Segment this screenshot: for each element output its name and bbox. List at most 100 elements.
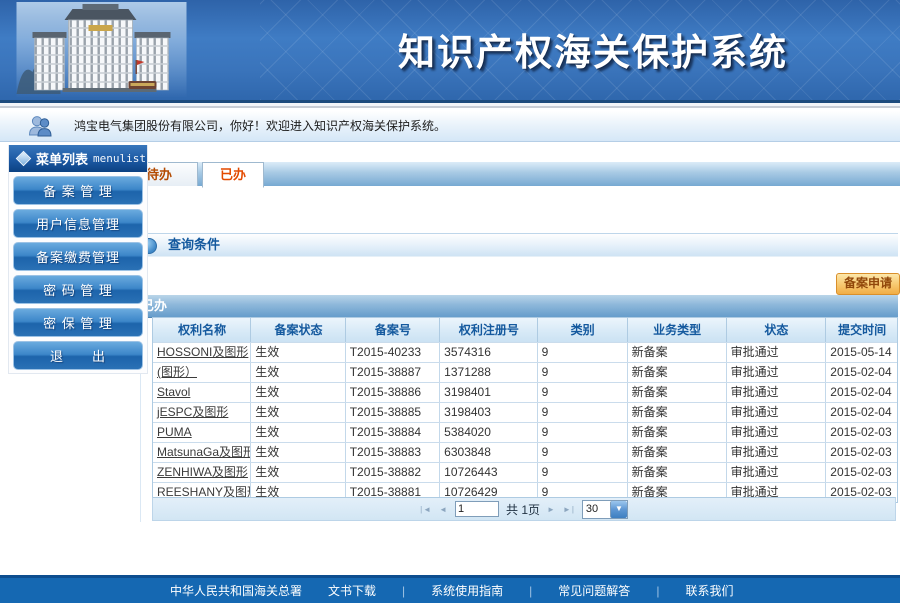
cell-3: 10726443 bbox=[440, 463, 537, 482]
done-list-header: 已办 bbox=[140, 295, 898, 318]
record-apply-button[interactable]: 备案申请 bbox=[836, 273, 900, 295]
users-icon bbox=[28, 115, 54, 137]
sidebar-menu-panel: 菜单列表 menulist 备 案 管 理用户信息管理备案缴费管理密 码 管 理… bbox=[8, 145, 148, 374]
cell-0: MatsunaGa及图形 bbox=[153, 443, 251, 462]
cell-5: 新备案 bbox=[628, 363, 727, 382]
cell-5: 新备案 bbox=[628, 383, 727, 402]
last-page-icon[interactable]: ►| bbox=[563, 505, 575, 514]
footer-separator: | bbox=[656, 584, 659, 598]
cell-1: 生效 bbox=[251, 343, 345, 362]
diamond-icon bbox=[16, 151, 32, 167]
cell-1: 生效 bbox=[251, 443, 345, 462]
cell-3: 3574316 bbox=[440, 343, 537, 362]
query-section-title: 查询条件 bbox=[168, 234, 220, 256]
cell-3: 3198403 bbox=[440, 403, 537, 422]
sidebar-item-record-payment-management[interactable]: 备案缴费管理 bbox=[13, 242, 143, 271]
tab-strip: 待办已办 bbox=[110, 162, 900, 186]
footer-link-1[interactable]: 系统使用指南 bbox=[431, 582, 503, 599]
footer-bar: 中华人民共和国海关总署 文书下载|系统使用指南|常见问题解答|联系我们 bbox=[0, 575, 900, 603]
table-row: Stavol 生效T2015-3888631984019新备案审批通过2015-0… bbox=[153, 382, 897, 402]
cell-4: 9 bbox=[538, 463, 628, 482]
total-pages-label: 共 1页 bbox=[506, 501, 540, 518]
cell-6: 审批通过 bbox=[727, 423, 827, 442]
column-header-1: 备案状态 bbox=[251, 318, 345, 342]
cell-5: 新备案 bbox=[628, 403, 727, 422]
right-name-link[interactable]: (图形） bbox=[157, 365, 197, 379]
footer-link-0[interactable]: 文书下载 bbox=[328, 582, 376, 599]
sidebar-item-password-management[interactable]: 密 码 管 理 bbox=[13, 275, 143, 304]
cell-7: 2015-02-04 bbox=[826, 403, 897, 422]
table-row: ZENHIWA及图形生效T2015-38882107264439新备案审批通过2… bbox=[153, 462, 897, 482]
sidebar-item-security-management[interactable]: 密 保 管 理 bbox=[13, 308, 143, 337]
cell-0: HOSSONI及图形 bbox=[153, 343, 251, 362]
sidebar-item-record-management[interactable]: 备 案 管 理 bbox=[13, 176, 143, 205]
sidebar-item-logout[interactable]: 退 出 bbox=[13, 341, 143, 370]
cell-4: 9 bbox=[538, 363, 628, 382]
tab-done[interactable]: 已办 bbox=[202, 162, 264, 188]
cell-4: 9 bbox=[538, 383, 628, 402]
customs-building-image bbox=[14, 2, 189, 98]
column-header-3: 权利注册号 bbox=[440, 318, 537, 342]
cell-0: jESPC及图形 bbox=[153, 403, 251, 422]
right-name-link[interactable]: HOSSONI及图形 bbox=[157, 345, 248, 359]
page-size-dropdown[interactable]: 30 ▼ bbox=[582, 500, 628, 519]
footer-agency: 中华人民共和国海关总署 bbox=[170, 582, 302, 599]
footer-link-2[interactable]: 常见问题解答 bbox=[558, 582, 630, 599]
cell-0: PUMA bbox=[153, 423, 251, 442]
cell-0: Stavol bbox=[153, 383, 251, 402]
system-title: 知识产权海关保护系统 bbox=[398, 22, 878, 76]
cell-7: 2015-02-03 bbox=[826, 463, 897, 482]
page: 知识产权海关保护系统 鸿宝电气集团股份有限公司，你好！欢迎进入知识产权海关保护系… bbox=[0, 0, 900, 600]
cell-5: 新备案 bbox=[628, 463, 727, 482]
cell-3: 3198401 bbox=[440, 383, 537, 402]
next-page-icon[interactable]: ► bbox=[547, 505, 556, 514]
welcome-message: 鸿宝电气集团股份有限公司，你好！欢迎进入知识产权海关保护系统。 bbox=[74, 111, 446, 141]
column-header-6: 状态 bbox=[727, 318, 827, 342]
cell-4: 9 bbox=[538, 343, 628, 362]
cell-6: 审批通过 bbox=[727, 363, 827, 382]
sidebar-menu: 备 案 管 理用户信息管理备案缴费管理密 码 管 理密 保 管 理退 出 bbox=[9, 176, 147, 370]
cell-7: 2015-02-04 bbox=[826, 383, 897, 402]
cell-6: 审批通过 bbox=[727, 383, 827, 402]
table-row: MatsunaGa及图形生效T2015-3888363038489新备案审批通过… bbox=[153, 442, 897, 462]
cell-6: 审批通过 bbox=[727, 343, 827, 362]
cell-2: T2015-38885 bbox=[346, 403, 440, 422]
table-row: (图形）生效T2015-3888713712889新备案审批通过2015-02-… bbox=[153, 362, 897, 382]
sidebar-header: 菜单列表 menulist bbox=[9, 145, 147, 172]
cell-1: 生效 bbox=[251, 423, 345, 442]
cell-3: 5384020 bbox=[440, 423, 537, 442]
cell-5: 新备案 bbox=[628, 423, 727, 442]
cell-1: 生效 bbox=[251, 363, 345, 382]
page-number-input[interactable] bbox=[455, 501, 499, 517]
cell-2: T2015-38883 bbox=[346, 443, 440, 462]
cell-5: 新备案 bbox=[628, 343, 727, 362]
right-name-link[interactable]: Stavol bbox=[157, 385, 190, 399]
cell-7: 2015-02-04 bbox=[826, 363, 897, 382]
sidebar-subtitle: menulist bbox=[93, 152, 146, 165]
cell-2: T2015-38886 bbox=[346, 383, 440, 402]
first-page-icon[interactable]: |◄ bbox=[420, 505, 432, 514]
cell-6: 审批通过 bbox=[727, 403, 827, 422]
cell-6: 审批通过 bbox=[727, 443, 827, 462]
cell-6: 审批通过 bbox=[727, 463, 827, 482]
right-name-link[interactable]: ZENHIWA及图形 bbox=[157, 465, 248, 479]
cell-4: 9 bbox=[538, 403, 628, 422]
cell-1: 生效 bbox=[251, 383, 345, 402]
right-name-link[interactable]: MatsunaGa及图形 bbox=[157, 445, 251, 459]
cell-2: T2015-38887 bbox=[346, 363, 440, 382]
prev-page-icon[interactable]: ◄ bbox=[439, 505, 448, 514]
footer-separator: | bbox=[402, 584, 405, 598]
cell-4: 9 bbox=[538, 443, 628, 462]
right-name-link[interactable]: jESPC及图形 bbox=[157, 405, 228, 419]
footer-link-3[interactable]: 联系我们 bbox=[685, 582, 733, 599]
query-section-header[interactable]: 查询条件 bbox=[148, 233, 898, 257]
cell-7: 2015-02-03 bbox=[826, 443, 897, 462]
right-name-link[interactable]: PUMA bbox=[157, 425, 192, 439]
cell-2: T2015-40233 bbox=[346, 343, 440, 362]
table-row: PUMA生效T2015-3888453840209新备案审批通过2015-02-… bbox=[153, 422, 897, 442]
sidebar-item-user-info-management[interactable]: 用户信息管理 bbox=[13, 209, 143, 238]
column-header-4: 类别 bbox=[538, 318, 628, 342]
cell-2: T2015-38882 bbox=[346, 463, 440, 482]
welcome-bar: 鸿宝电气集团股份有限公司，你好！欢迎进入知识产权海关保护系统。 bbox=[0, 111, 900, 142]
cell-7: 2015-02-03 bbox=[826, 423, 897, 442]
